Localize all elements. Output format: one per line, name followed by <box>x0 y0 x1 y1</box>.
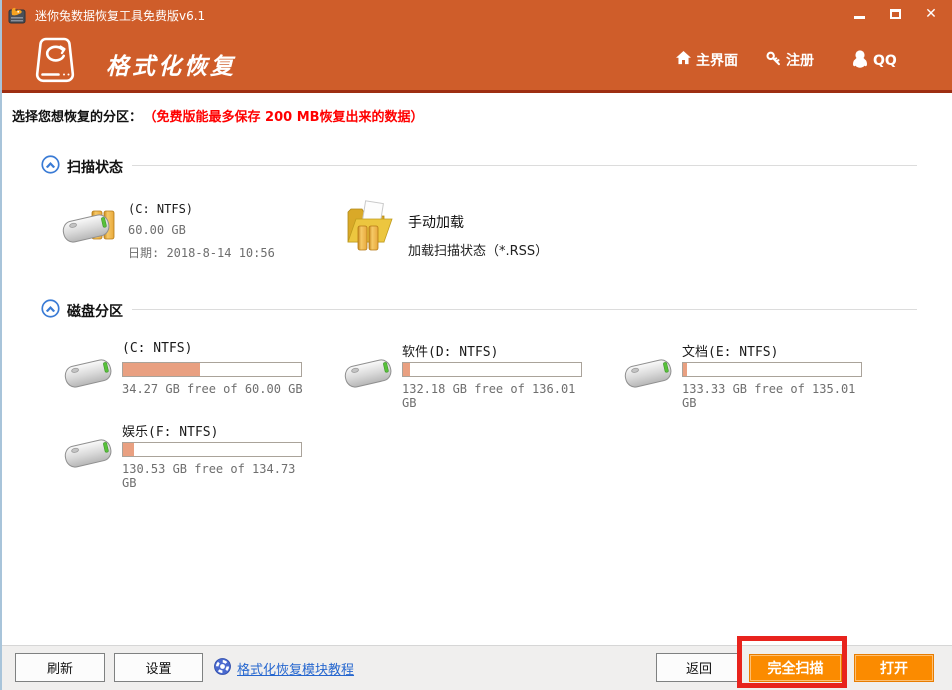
partitions-section-header[interactable]: 磁盘分区 <box>41 299 123 322</box>
saved-scan-date: 日期: 2018-8-14 10:56 <box>128 244 275 261</box>
saved-scan-size: 60.00 GB <box>128 223 275 237</box>
manual-load-item[interactable]: 手动加载 加载扫描状态（*.RSS） <box>344 196 548 259</box>
saved-scan-name: (C: NTFS) <box>128 202 275 216</box>
partition-name: (C: NTFS) <box>122 341 312 359</box>
nav-register-label: 注册 <box>786 50 814 70</box>
section-divider <box>132 165 917 166</box>
saved-scan-item[interactable]: (C: NTFS) 60.00 GB 日期: 2018-8-14 10:56 <box>62 196 275 261</box>
window-title: 迷你兔数据恢复工具免费版v6.1 <box>35 7 205 24</box>
app-window: 迷你兔数据恢复工具免费版v6.1 ✕ 格式化恢复 主界面 <box>0 0 952 690</box>
usage-bar <box>122 442 302 457</box>
lifebuoy-icon <box>214 658 231 679</box>
hdd-icon <box>622 353 674 397</box>
partition-name: 娱乐(F: NTFS) <box>122 421 312 439</box>
nav-qq[interactable]: QQ <box>852 50 897 72</box>
nav-qq-label: QQ <box>873 53 897 69</box>
hdd-icon <box>62 353 114 397</box>
minimize-icon <box>854 16 865 19</box>
partition-e[interactable]: 文档(E: NTFS) 133.33 GB free of 135.01 GB <box>622 341 872 410</box>
partitions-title: 磁盘分区 <box>67 301 123 321</box>
nav-main-interface[interactable]: 主界面 <box>676 50 738 70</box>
prompt-line: 选择您想恢复的分区： （免费版能最多保存 200 MB恢复出来的数据） <box>12 106 424 125</box>
full-scan-button[interactable]: 完全扫描 <box>749 654 842 682</box>
usage-fill <box>403 363 410 376</box>
tutorial-link[interactable]: 格式化恢复模块教程 <box>214 658 354 679</box>
prompt-text: 选择您想恢复的分区： <box>12 110 142 125</box>
partition-free-space: 133.33 GB free of 135.01 GB <box>682 382 872 410</box>
partition-free-space: 34.27 GB free of 60.00 GB <box>122 382 312 396</box>
open-button[interactable]: 打开 <box>854 654 934 682</box>
section-divider <box>132 309 917 310</box>
tutorial-link-label: 格式化恢复模块教程 <box>237 659 354 678</box>
manual-load-subtitle: 加载扫描状态（*.RSS） <box>408 240 548 259</box>
partition-name: 软件(D: NTFS) <box>402 341 592 359</box>
maximize-icon <box>890 9 901 19</box>
nav-main-label: 主界面 <box>696 50 738 70</box>
usage-bar <box>122 362 302 377</box>
hdd-icon <box>342 353 394 397</box>
page-title: 格式化恢复 <box>106 47 236 81</box>
maximize-button[interactable] <box>882 4 908 24</box>
usage-bar <box>682 362 862 377</box>
scan-status-title: 扫描状态 <box>67 157 123 177</box>
qq-penguin-icon <box>852 50 868 72</box>
partition-name: 文档(E: NTFS) <box>682 341 872 359</box>
key-icon <box>766 51 781 70</box>
home-icon <box>676 51 691 69</box>
footer-bar: 刷新 设置 格式化恢复模块教程 返回 完全扫描 打开 <box>2 645 952 690</box>
partition-free-space: 130.53 GB free of 134.73 GB <box>122 462 312 490</box>
usage-fill <box>683 363 687 376</box>
free-limit-note: （免费版能最多保存 200 MB恢复出来的数据） <box>150 110 424 125</box>
partition-d[interactable]: 软件(D: NTFS) 132.18 GB free of 136.01 GB <box>342 341 592 410</box>
partition-c[interactable]: (C: NTFS) 34.27 GB free of 60.00 GB <box>62 341 312 396</box>
minimize-button[interactable] <box>846 4 872 24</box>
hdd-icon <box>62 433 114 477</box>
format-recovery-drive-icon <box>26 36 84 92</box>
usage-fill <box>123 443 134 456</box>
nav-register[interactable]: 注册 <box>766 50 814 70</box>
app-logo-icon <box>7 5 27 25</box>
usage-bar <box>402 362 582 377</box>
close-button[interactable]: ✕ <box>918 4 944 24</box>
manual-load-title: 手动加载 <box>408 202 548 232</box>
title-bar: 迷你兔数据恢复工具免费版v6.1 ✕ <box>2 0 952 30</box>
collapse-arrow-icon[interactable] <box>41 299 60 322</box>
header: 格式化恢复 主界面 注册 <box>2 30 952 93</box>
hdd-with-files-icon <box>62 196 118 261</box>
open-folder-icon <box>344 196 398 259</box>
scan-status-section-header[interactable]: 扫描状态 <box>41 155 123 178</box>
back-button[interactable]: 返回 <box>656 653 742 682</box>
settings-button[interactable]: 设置 <box>114 653 203 682</box>
refresh-button[interactable]: 刷新 <box>15 653 105 682</box>
collapse-arrow-icon[interactable] <box>41 155 60 178</box>
partition-free-space: 132.18 GB free of 136.01 GB <box>402 382 592 410</box>
close-icon: ✕ <box>925 7 937 21</box>
partition-f[interactable]: 娱乐(F: NTFS) 130.53 GB free of 134.73 GB <box>62 421 312 490</box>
usage-fill <box>123 363 200 376</box>
